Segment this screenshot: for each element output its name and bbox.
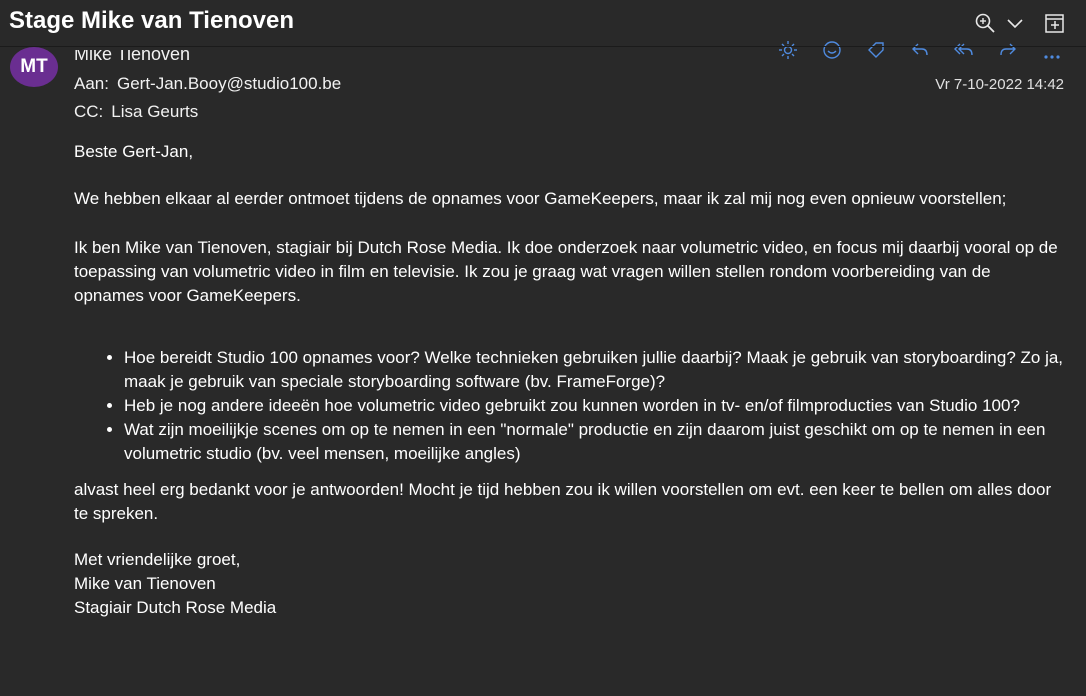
list-item: Hoe bereidt Studio 100 opnames voor? Wel… <box>124 346 1064 394</box>
to-label: Aan: <box>74 74 109 93</box>
title-actions <box>972 10 1068 36</box>
signoff: Met vriendelijke groet, <box>74 550 241 569</box>
to-line: Aan: Gert-Jan.Booy@studio100.be <box>74 74 341 94</box>
title-divider <box>0 46 1086 47</box>
open-in-new-window-icon[interactable] <box>1042 10 1068 36</box>
message-header: MT Mike Tienoven Aan: Gert-Jan.Booy@stud… <box>0 40 1086 130</box>
message-date: Vr 7-10-2022 14:42 <box>935 76 1064 93</box>
cc-label: CC: <box>74 102 104 121</box>
more-icon[interactable] <box>1040 40 1064 60</box>
reply-all-icon[interactable] <box>952 40 976 60</box>
reading-pane: Stage Mike van Tienoven MT Mike Tienoven… <box>0 0 1086 696</box>
tag-icon[interactable] <box>864 40 888 60</box>
chevron-down-icon[interactable] <box>1002 10 1028 36</box>
signature-title: Stagiair Dutch Rose Media <box>74 598 277 617</box>
reply-icon[interactable] <box>908 40 932 60</box>
to-recipient[interactable]: Gert-Jan.Booy@studio100.be <box>117 74 341 93</box>
cc-recipient[interactable]: Lisa Geurts <box>111 102 198 121</box>
sender-name[interactable]: Mike Tienoven <box>74 50 190 65</box>
zoom-icon[interactable] <box>972 10 998 36</box>
message-actions <box>776 40 1064 60</box>
body-paragraph: Ik ben Mike van Tienoven, stagiair bij D… <box>74 238 1058 305</box>
list-item: Wat zijn moeilijkje scenes om op te neme… <box>124 418 1064 466</box>
question-list: Hoe bereidt Studio 100 opnames voor? Wel… <box>74 346 1064 466</box>
sun-icon[interactable] <box>776 40 800 60</box>
smiley-icon[interactable] <box>820 40 844 60</box>
closing-paragraph: alvast heel erg bedankt voor je antwoord… <box>74 480 1052 523</box>
email-subject: Stage Mike van Tienoven <box>9 7 294 34</box>
greeting: Beste Gert-Jan, <box>74 142 194 161</box>
signature-name: Mike van Tienoven <box>74 574 216 593</box>
avatar[interactable]: MT <box>10 47 58 87</box>
body-paragraph: We hebben elkaar al eerder ontmoet tijde… <box>74 189 1007 208</box>
forward-icon[interactable] <box>996 40 1020 60</box>
message-body: Beste Gert-Jan, We hebben elkaar al eerd… <box>74 140 1064 620</box>
list-item: Heb je nog andere ideeën hoe volumetric … <box>124 394 1064 418</box>
cc-line: CC: Lisa Geurts <box>74 102 198 122</box>
